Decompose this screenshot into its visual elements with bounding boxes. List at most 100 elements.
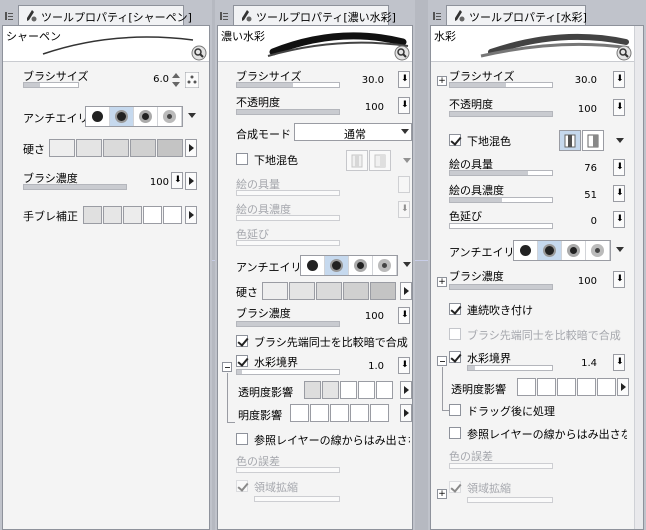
effect-segment[interactable] [290,404,309,422]
antialias-weak[interactable] [325,256,349,275]
chevron-down-icon[interactable] [187,110,197,122]
antialias-none[interactable] [514,241,538,260]
antialias-mid[interactable] [349,256,373,275]
hardness-segment[interactable] [130,139,156,157]
watercolor-edge-spin-button[interactable]: ⬇ [398,357,410,374]
paint-amount-slider[interactable] [236,190,340,196]
color-error-slider[interactable] [449,463,553,469]
underlay-checkbox[interactable] [236,153,248,165]
hardness-selector[interactable] [262,282,397,300]
stabilizer-segment[interactable] [163,206,182,224]
brightness-effect-expand-button[interactable] [400,404,412,422]
opacity-effect-selector[interactable] [517,378,617,396]
underlay-mode-a-icon[interactable] [559,130,581,151]
ref-layer-checkbox[interactable] [449,427,461,439]
effect-segment[interactable] [304,381,321,399]
stabilizer-segment[interactable] [143,206,162,224]
stabilizer-selector[interactable] [83,206,183,224]
watercolor-edge-slider[interactable] [236,369,340,375]
antialias-strong[interactable] [158,107,182,126]
opacity-effect-expand-button[interactable] [617,378,629,396]
antialias-selector[interactable] [300,255,398,276]
density-spin-button[interactable]: ⬇ [171,172,183,189]
compare-checkbox[interactable] [236,335,248,347]
menu-grip-icon[interactable] [432,11,442,21]
area-expand-slider[interactable] [467,497,553,503]
effect-segment[interactable] [370,404,389,422]
antialias-strong[interactable] [586,241,610,260]
effect-segment[interactable] [340,381,357,399]
paint-density-spin-button[interactable]: ⬇ [398,201,410,218]
area-expand-checkbox[interactable] [236,480,248,492]
antialias-mid[interactable] [562,241,586,260]
preview-zoom-icon[interactable] [191,45,207,61]
antialias-selector[interactable] [85,106,183,127]
density-spin-button[interactable]: ⬇ [613,271,625,288]
antialias-mid[interactable] [134,107,158,126]
preview-zoom-icon[interactable] [616,45,632,61]
dots-icon[interactable] [185,72,199,88]
paint-amount-slider[interactable] [449,170,553,176]
hardness-segment[interactable] [370,282,396,300]
paint-density-slider[interactable] [449,197,553,203]
color-stretch-slider[interactable] [236,240,340,246]
stabilizer-segment[interactable] [103,206,122,224]
antialias-selector[interactable] [513,240,611,261]
effect-segment[interactable] [358,381,375,399]
brush-size-spin-button[interactable]: ⬇ [398,71,410,88]
opacity-effect-selector[interactable] [304,381,394,399]
effect-segment[interactable] [517,378,536,396]
hardness-expand-button[interactable] [185,139,197,157]
antialias-strong[interactable] [373,256,397,275]
tab-tool-property[interactable]: ツールプロパティ[濃い水彩] [233,5,396,25]
antialias-none[interactable] [301,256,325,275]
color-stretch-slider[interactable] [449,223,553,229]
stabilizer-segment[interactable] [83,206,102,224]
antialias-weak[interactable] [110,107,134,126]
hardness-segment[interactable] [49,139,75,157]
density-slider[interactable] [23,184,127,190]
preview-zoom-icon[interactable] [394,45,410,61]
stabilizer-expand-button[interactable] [185,206,197,224]
watercolor-edge-slider[interactable] [467,365,553,371]
density-spin-button[interactable]: ⬇ [398,307,410,324]
color-error-slider[interactable] [236,467,340,473]
brush-size-slider[interactable] [236,82,340,88]
hardness-segment[interactable] [316,282,342,300]
effect-segment[interactable] [310,404,329,422]
underlay-mode-toggle[interactable] [346,150,392,171]
brightness-effect-selector[interactable] [290,404,390,422]
underlay-mode-a-icon[interactable] [346,150,368,171]
antialias-weak[interactable] [538,241,562,260]
compare-checkbox[interactable] [449,328,461,340]
spin-updown-icon[interactable] [171,72,181,88]
chevron-down-icon[interactable] [615,245,625,255]
hardness-expand-button[interactable] [400,282,412,300]
stabilizer-segment[interactable] [123,206,142,224]
hardness-segment[interactable] [157,139,183,157]
effect-segment[interactable] [537,378,556,396]
menu-grip-icon[interactable] [4,11,14,21]
tab-tool-property[interactable]: ツールプロパティ[水彩] [446,5,587,25]
ref-layer-checkbox[interactable] [236,433,248,445]
underlay-checkbox[interactable] [449,134,461,146]
effect-segment[interactable] [322,381,339,399]
underlay-mode-b-icon[interactable] [369,150,391,171]
continuous-checkbox[interactable] [449,303,461,315]
effect-segment[interactable] [350,404,369,422]
opacity-spin-button[interactable]: ⬇ [398,97,410,114]
brush-size-slider[interactable] [449,82,553,88]
hardness-selector[interactable] [49,139,184,157]
opacity-slider[interactable] [449,111,553,117]
effect-segment[interactable] [330,404,349,422]
paint-density-slider[interactable] [236,215,340,221]
hardness-segment[interactable] [262,282,288,300]
blend-mode-select[interactable]: 通常 [294,123,412,141]
paint-amount-spin-button[interactable] [398,176,410,193]
watercolor-edge-checkbox[interactable] [449,351,461,363]
opacity-slider[interactable] [236,109,340,115]
brush-size-spin-button[interactable]: ⬇ [613,71,625,88]
effect-segment[interactable] [376,381,393,399]
opacity-effect-expand-button[interactable] [400,381,412,399]
color-stretch-spin-button[interactable]: ⬇ [613,211,625,228]
